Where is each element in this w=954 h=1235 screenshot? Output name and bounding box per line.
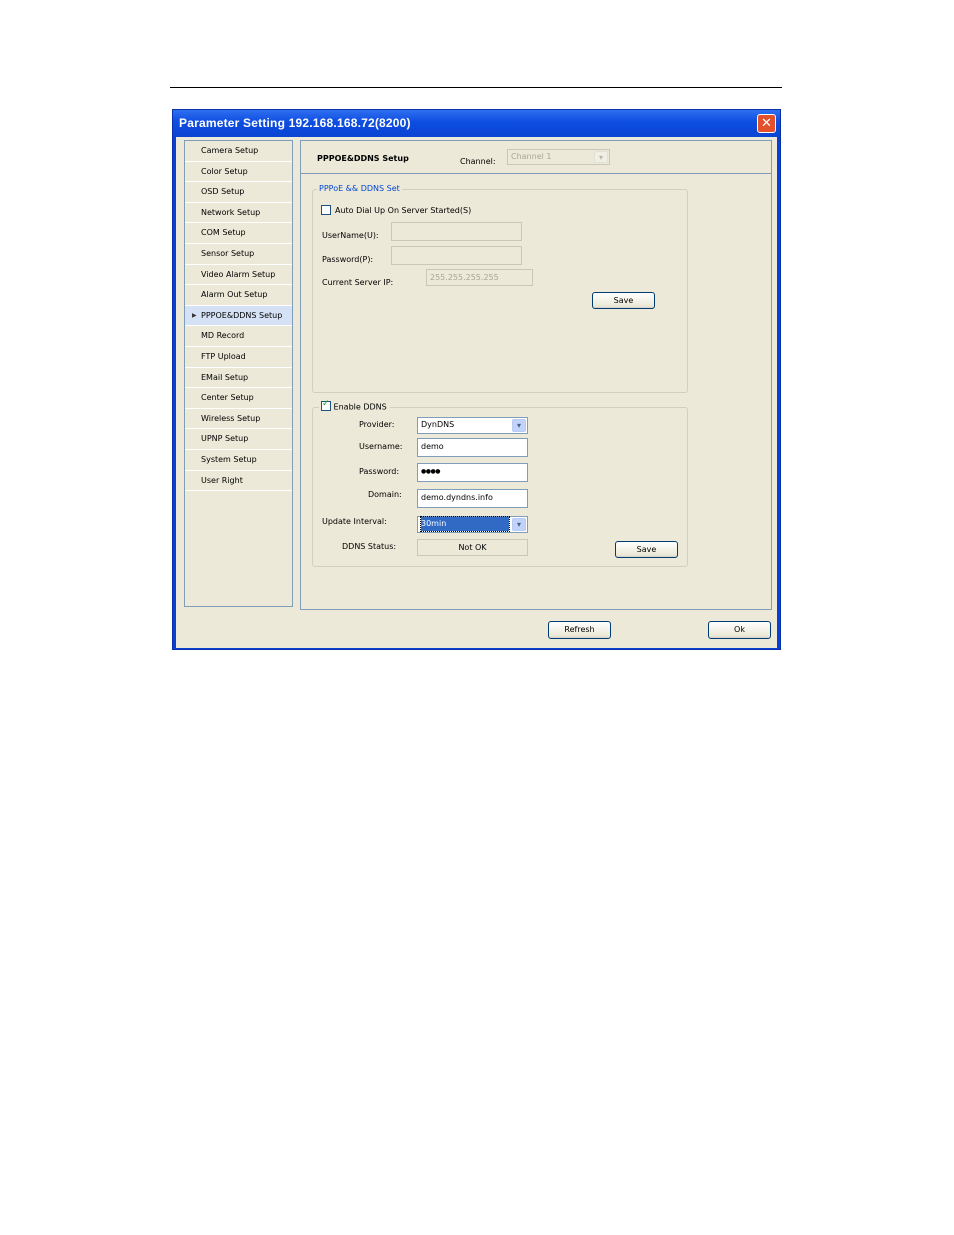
enable-ddns-label: Enable DDNS [333,402,387,412]
sidebar-item-label: MD Record [201,331,245,341]
ddns-group: ✓ Enable DDNS Provider: DynDNS ▾ Usernam… [312,399,688,567]
update-interval-label: Update Interval: [322,517,387,526]
sidebar-item[interactable]: Center Setup [185,388,292,409]
chevron-down-icon: ▾ [512,419,526,432]
sidebar-item[interactable]: EMail Setup [185,368,292,389]
domain-label: Domain: [368,490,402,499]
sidebar-item[interactable]: System Setup [185,450,292,471]
chevron-down-icon: ▾ [512,518,526,531]
sidebar-item-label: Sensor Setup [201,248,255,258]
ddns-username-field[interactable]: demo [417,438,528,457]
channel-select-value: Channel 1 [511,152,552,161]
pppoe-save-button[interactable]: Save [592,292,655,309]
provider-select-value: DynDNS [421,420,455,429]
close-button[interactable]: ✕ [757,114,776,133]
server-ip-field: 255.255.255.255 [426,269,533,286]
sidebar-item-label: PPPOE&DDNS Setup [201,310,283,320]
pppoe-group: PPPoE && DDNS Set Auto Dial Up On Server… [312,184,688,393]
pppoe-username-label: UserName(U): [322,231,379,240]
ddns-password-field[interactable]: ●●●● [417,463,528,482]
sidebar-item-label: Network Setup [201,207,261,217]
title-bar[interactable]: Parameter Setting 192.168.168.72(8200) ✕ [173,110,780,137]
checkmark-icon: ✓ [322,399,330,409]
sidebar-item-label: OSD Setup [201,187,245,197]
domain-field[interactable]: demo.dyndns.info [417,489,528,508]
sidebar-item[interactable]: Alarm Out Setup [185,285,292,306]
active-arrow-icon: ▶ [192,311,197,319]
sidebar-item[interactable]: Camera Setup [185,141,292,162]
ddns-save-button[interactable]: Save [615,541,678,558]
sidebar-item-label: COM Setup [201,228,246,238]
pppoe-group-legend: PPPoE && DDNS Set [317,184,402,193]
sidebar-item[interactable]: Video Alarm Setup [185,265,292,286]
sidebar-item[interactable]: UPNP Setup [185,429,292,450]
sidebar-item[interactable]: ▶ PPPOE&DDNS Setup [185,305,292,327]
channel-select[interactable]: Channel 1 ▾ [507,149,610,165]
update-interval-value: 30min [420,516,510,532]
sidebar-item-label: User Right [201,475,243,485]
sidebar-item[interactable]: Wireless Setup [185,409,292,430]
header-divider [301,173,771,174]
pppoe-password-field[interactable] [391,246,522,265]
sidebar-item[interactable]: MD Record [185,326,292,347]
sidebar-item-label: FTP Upload [201,351,246,361]
pppoe-ddns-panel: PPPOE&DDNS Setup Channel: Channel 1 ▾ PP… [300,140,772,610]
sidebar-item-label: Center Setup [201,393,254,403]
enable-ddns-checkbox[interactable]: ✓ [321,399,331,411]
pppoe-password-label: Password(P): [322,255,374,264]
provider-label: Provider: [359,420,395,429]
sidebar-item[interactable]: Network Setup [185,203,292,224]
sidebar-item-label: Color Setup [201,166,248,176]
panel-title: PPPOE&DDNS Setup [317,154,409,163]
channel-label: Channel: [460,157,496,166]
ddns-status-value: Not OK [417,539,528,556]
chevron-down-icon: ▾ [594,151,608,163]
sidebar-item[interactable]: Color Setup [185,162,292,183]
ddns-password-label: Password: [359,467,400,476]
refresh-button[interactable]: Refresh [548,621,611,639]
enable-ddns-legend: ✓ Enable DDNS [319,399,390,412]
parameter-setting-window: Parameter Setting 192.168.168.72(8200) ✕… [172,109,781,650]
pppoe-username-field[interactable] [391,222,522,241]
sidebar-item-label: EMail Setup [201,372,249,382]
update-interval-select[interactable]: 30min ▾ [417,516,528,533]
sidebar-item[interactable]: Sensor Setup [185,244,292,265]
close-icon: ✕ [761,116,772,131]
auto-dial-checkbox[interactable] [321,205,331,215]
ok-button[interactable]: Ok [708,621,771,639]
sidebar-item[interactable]: User Right [185,471,292,492]
sidebar-item-label: Alarm Out Setup [201,290,268,300]
settings-sidebar: Camera Setup Color Setup OSD Setup Network … [184,140,293,607]
dialog-client-area: Camera Setup Color Setup OSD Setup Network … [176,137,777,648]
server-ip-label: Current Server IP: [322,278,394,287]
page-rule [170,87,782,88]
sidebar-item[interactable]: OSD Setup [185,182,292,203]
sidebar-item[interactable]: FTP Upload [185,347,292,368]
sidebar-item[interactable]: COM Setup [185,223,292,244]
ddns-status-label: DDNS Status: [342,542,397,551]
window-title: Parameter Setting 192.168.168.72(8200) [179,116,411,130]
sidebar-item-label: Wireless Setup [201,413,261,423]
sidebar-item-label: Video Alarm Setup [201,269,276,279]
auto-dial-label: Auto Dial Up On Server Started(S) [335,206,472,215]
ddns-username-label: Username: [359,442,403,451]
provider-select[interactable]: DynDNS ▾ [417,417,528,434]
sidebar-item-label: Camera Setup [201,146,259,155]
sidebar-item-label: System Setup [201,454,257,464]
sidebar-item-label: UPNP Setup [201,434,249,444]
